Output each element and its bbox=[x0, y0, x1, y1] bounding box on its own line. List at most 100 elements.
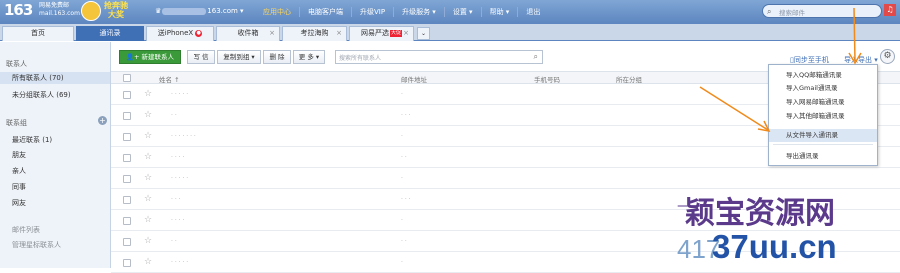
mail-search-placeholder: 搜索邮件 bbox=[779, 9, 805, 17]
contact-name: · · bbox=[171, 112, 177, 119]
nav-desktop-client[interactable]: 电脑客户端 bbox=[299, 7, 351, 17]
row-checkbox[interactable] bbox=[123, 154, 131, 162]
music-note-icon[interactable]: ♫ bbox=[884, 4, 896, 16]
gear-icon[interactable]: ⚙ bbox=[880, 49, 895, 64]
contact-name: · · · · bbox=[171, 154, 185, 161]
star-icon[interactable]: ☆ bbox=[144, 131, 152, 141]
tab-iphonex-label: 送iPhoneX bbox=[157, 29, 194, 37]
tab-yanxuan-hot-badge: 大促 bbox=[389, 29, 402, 37]
new-contact-label: 新建联系人 bbox=[141, 53, 175, 61]
sidebar-item-colleagues[interactable]: 同事 bbox=[0, 181, 110, 193]
star-icon[interactable]: ☆ bbox=[144, 236, 152, 246]
row-checkbox[interactable] bbox=[123, 112, 131, 120]
column-group: 所在分组 bbox=[616, 76, 642, 84]
contact-name: · · · · bbox=[171, 217, 185, 224]
nav-help[interactable]: 帮助 ▾ bbox=[480, 7, 518, 17]
row-checkbox[interactable] bbox=[123, 175, 131, 183]
logo-163[interactable]: 163 bbox=[4, 1, 33, 19]
menu-item-import-netease[interactable]: 导入网易邮箱通讯录 bbox=[769, 96, 877, 109]
row-checkbox[interactable] bbox=[123, 259, 131, 267]
user-account[interactable]: ♛ 163.com ▾ bbox=[155, 7, 244, 15]
tab-yanxuan[interactable]: 网易严选 大促 × bbox=[349, 26, 414, 41]
contact-name: · · bbox=[171, 238, 177, 245]
menu-item-import-gmail[interactable]: 导入Gmail通讯录 bbox=[769, 82, 877, 95]
star-icon[interactable]: ☆ bbox=[144, 194, 152, 204]
tab-contacts[interactable]: 通讯录 bbox=[76, 26, 144, 41]
row-checkbox[interactable] bbox=[123, 133, 131, 141]
sidebar-header-contacts: 联系人 bbox=[6, 60, 27, 68]
contact-name: · · · · · · · bbox=[171, 133, 196, 140]
tab-iphonex[interactable]: 送iPhoneX ● bbox=[146, 26, 214, 41]
add-user-icon: 👤+ bbox=[125, 53, 142, 61]
sidebar-item-ungrouped[interactable]: 未分组联系人 (69) bbox=[0, 89, 110, 101]
column-email: 邮件地址 bbox=[401, 76, 427, 84]
tab-home[interactable]: 首页 bbox=[2, 26, 74, 41]
nav-upgrade-vip[interactable]: 升级VIP bbox=[351, 7, 393, 17]
menu-divider bbox=[773, 144, 873, 145]
column-phone: 手机号码 bbox=[534, 76, 560, 84]
contact-email: · bbox=[401, 175, 403, 182]
sidebar-item-recent[interactable]: 最近联系 (1) bbox=[0, 134, 110, 146]
tab-contacts-label: 通讯录 bbox=[99, 29, 121, 37]
sidebar-item-mail-list[interactable]: 邮件列表 bbox=[0, 224, 110, 236]
import-export-dropdown: 导入QQ邮箱通讯录 导入Gmail通讯录 导入网易邮箱通讯录 导入其他邮箱通讯录… bbox=[768, 64, 878, 166]
copy-to-group-button[interactable]: 复制到组 ▾ bbox=[217, 50, 261, 64]
mail-search-input[interactable]: ⌕ 搜索邮件 bbox=[762, 4, 882, 18]
menu-item-import-from-file[interactable]: 从文件导入通讯录 bbox=[769, 129, 877, 142]
star-icon[interactable]: ☆ bbox=[144, 215, 152, 225]
row-checkbox[interactable] bbox=[123, 196, 131, 204]
sidebar-item-netfriends[interactable]: 网友 bbox=[0, 197, 110, 209]
star-icon[interactable]: ☆ bbox=[144, 110, 152, 120]
contact-name: · · · bbox=[171, 196, 181, 203]
contact-email: · · bbox=[401, 154, 407, 161]
search-icon: ⌕ bbox=[767, 7, 772, 16]
watermark-site-name: 颖宝资源网 bbox=[685, 196, 835, 231]
tab-kaola-label: 考拉海购 bbox=[300, 29, 329, 37]
write-mail-button[interactable]: 写 信 bbox=[187, 50, 215, 64]
star-icon[interactable]: ☆ bbox=[144, 89, 152, 99]
logo-subtitle-url: mail.163.com bbox=[39, 10, 80, 17]
sidebar-item-manage-star[interactable]: 管理星标联系人 bbox=[0, 239, 110, 251]
contact-email: · · bbox=[401, 238, 407, 245]
nav-upgrade-service[interactable]: 升级服务 ▾ bbox=[393, 7, 444, 17]
search-icon: ⌕ bbox=[533, 52, 538, 61]
menu-item-export[interactable]: 导出通讯录 bbox=[769, 150, 877, 163]
row-checkbox[interactable] bbox=[123, 217, 131, 225]
tab-more-chevron-icon[interactable]: ⌄ bbox=[417, 27, 430, 40]
crown-icon: ♛ bbox=[155, 7, 162, 15]
row-checkbox[interactable] bbox=[123, 238, 131, 246]
contact-email: · bbox=[401, 259, 403, 266]
star-icon[interactable]: ☆ bbox=[144, 152, 152, 162]
tab-yanxuan-label: 网易严选 bbox=[360, 29, 389, 37]
contact-name: · · · · · bbox=[171, 91, 189, 98]
nav-settings[interactable]: 设置 ▾ bbox=[443, 7, 481, 17]
user-domain: 163.com ▾ bbox=[207, 7, 244, 15]
promo-banner[interactable]: 抢奔驰 大奖 bbox=[104, 1, 128, 19]
contact-search-input[interactable]: 搜索所有联系人 ⌕ bbox=[335, 50, 543, 64]
tab-kaola[interactable]: 考拉海购 × bbox=[282, 26, 347, 41]
select-all-checkbox[interactable] bbox=[123, 74, 131, 82]
star-icon[interactable]: ☆ bbox=[144, 257, 152, 267]
football-promo-icon[interactable] bbox=[81, 1, 101, 21]
sidebar-item-friends[interactable]: 朋友 bbox=[0, 149, 110, 161]
new-contact-button[interactable]: 👤+ 新建联系人 bbox=[119, 50, 181, 64]
close-icon[interactable]: × bbox=[269, 27, 275, 40]
sidebar-item-family[interactable]: 亲人 bbox=[0, 165, 110, 177]
star-icon[interactable]: ☆ bbox=[144, 173, 152, 183]
sidebar-header-groups: 联系组 bbox=[6, 119, 27, 127]
menu-item-import-other[interactable]: 导入其他邮箱通讯录 bbox=[769, 110, 877, 123]
delete-button[interactable]: 删 除 bbox=[263, 50, 291, 64]
more-button[interactable]: 更 多 ▾ bbox=[293, 50, 325, 64]
column-name[interactable]: 姓名 ↑ bbox=[159, 74, 180, 84]
close-icon[interactable]: × bbox=[336, 27, 342, 40]
nav-logout[interactable]: 退出 bbox=[517, 7, 548, 17]
row-checkbox[interactable] bbox=[123, 91, 131, 99]
tab-inbox[interactable]: 收件箱 × bbox=[216, 26, 280, 41]
sidebar-item-all-contacts[interactable]: 所有联系人 (70) bbox=[0, 72, 110, 84]
nav-app-center[interactable]: 应用中心 bbox=[255, 7, 299, 17]
add-group-icon[interactable]: + bbox=[98, 116, 107, 125]
tab-bar: 首页 通讯录 送iPhoneX ● 收件箱 × 考拉海购 × 网易严选 大促 × ⌄ bbox=[0, 24, 900, 41]
menu-item-import-qq[interactable]: 导入QQ邮箱通讯录 bbox=[769, 69, 877, 82]
close-icon[interactable]: × bbox=[403, 27, 409, 40]
sidebar: 联系人 所有联系人 (70) 未分组联系人 (69) 联系组 + 最近联系 (1… bbox=[0, 42, 111, 268]
